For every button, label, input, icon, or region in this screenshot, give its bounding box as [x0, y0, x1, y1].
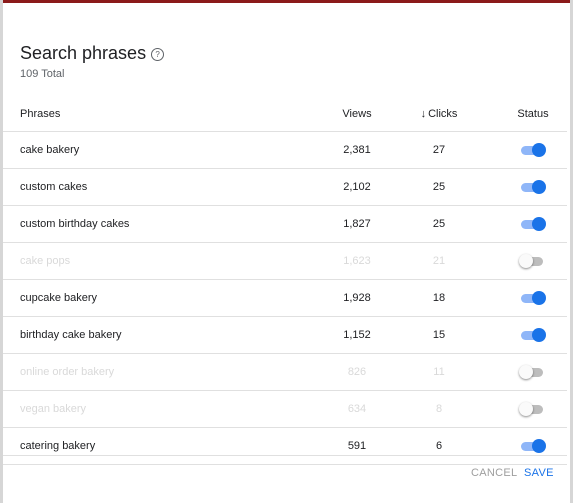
- phrase-cell: online order bakery: [20, 366, 115, 378]
- clicks-cell: 18: [432, 292, 446, 304]
- table-header-row: Phrases Views ↓ Clicks Status: [3, 96, 567, 132]
- phrase-cell: custom cakes: [20, 181, 88, 193]
- table-row: vegan bakery 634 8: [3, 391, 567, 428]
- toggle-knob: [532, 217, 546, 231]
- sort-descending-arrow-icon: ↓: [420, 107, 427, 120]
- status-cell: [503, 317, 563, 353]
- views-cell: 634: [347, 403, 367, 415]
- toggle-knob: [532, 291, 546, 305]
- status-cell: [503, 354, 563, 390]
- status-toggle[interactable]: [521, 180, 546, 194]
- views-cell: 2,102: [343, 181, 371, 193]
- toggle-knob: [519, 254, 533, 268]
- views-cell: 1,152: [343, 329, 371, 341]
- table-row: cake pops 1,623 21: [3, 243, 567, 280]
- table-row: custom cakes 2,102 25: [3, 169, 567, 206]
- footer-divider: [3, 455, 567, 456]
- views-cell: 2,381: [343, 144, 371, 156]
- table-row: birthday cake bakery 1,152 15: [3, 317, 567, 354]
- phrase-cell: cake pops: [20, 255, 71, 267]
- status-cell: [503, 280, 563, 316]
- status-toggle[interactable]: [521, 217, 546, 231]
- column-header-phrases[interactable]: Phrases: [20, 96, 60, 131]
- table-row: catering bakery 591 6: [3, 428, 567, 465]
- phrase-cell: catering bakery: [20, 440, 96, 452]
- views-cell: 826: [347, 366, 367, 378]
- status-cell: [503, 243, 563, 279]
- status-toggle[interactable]: [521, 328, 546, 342]
- help-circle-icon[interactable]: ?: [151, 47, 165, 61]
- table-row: custom birthday cakes 1,827 25: [3, 206, 567, 243]
- status-toggle[interactable]: [521, 143, 546, 157]
- views-cell: 591: [347, 440, 367, 452]
- status-cell: [503, 391, 563, 427]
- views-cell: 1,928: [343, 292, 371, 304]
- table-body: cake bakery 2,381 27 custom cakes 2,102 25 cus…: [3, 132, 567, 465]
- column-header-views[interactable]: Views: [323, 96, 391, 131]
- search-phrases-table: Phrases Views ↓ Clicks Status cake baker…: [3, 96, 567, 465]
- status-cell: [503, 132, 563, 168]
- phrase-cell: cake bakery: [20, 144, 80, 156]
- clicks-cell: 11: [433, 366, 445, 378]
- clicks-cell: 27: [432, 144, 446, 156]
- toggle-knob: [519, 402, 533, 416]
- phrase-cell: birthday cake bakery: [20, 329, 122, 341]
- toggle-knob: [519, 365, 533, 379]
- clicks-cell: 6: [435, 440, 443, 452]
- status-toggle[interactable]: [519, 254, 545, 268]
- status-cell: [503, 428, 563, 464]
- status-cell: [503, 169, 563, 205]
- window-top-border: [0, 0, 573, 3]
- clicks-cell: 25: [432, 218, 446, 230]
- clicks-cell: 15: [432, 329, 446, 341]
- title-row: Search phrases ?: [20, 42, 165, 64]
- phrase-cell: cupcake bakery: [20, 292, 98, 304]
- status-cell: [503, 206, 563, 242]
- column-header-clicks[interactable]: ↓ Clicks: [403, 96, 475, 131]
- views-cell: 1,827: [343, 218, 371, 230]
- phrase-cell: vegan bakery: [20, 403, 87, 415]
- save-button[interactable]: SAVE: [524, 467, 554, 479]
- clicks-cell: 8: [435, 403, 443, 415]
- toggle-knob: [532, 180, 546, 194]
- clicks-cell: 25: [432, 181, 446, 193]
- status-toggle[interactable]: [519, 402, 545, 416]
- status-toggle[interactable]: [521, 291, 546, 305]
- dialog-header: Search phrases ? 109 Total: [20, 42, 165, 80]
- phrase-cell: custom birthday cakes: [20, 218, 130, 230]
- status-toggle[interactable]: [521, 439, 546, 453]
- toggle-knob: [532, 439, 546, 453]
- dialog-title: Search phrases: [20, 43, 147, 63]
- views-cell: 1,623: [343, 255, 371, 267]
- total-count: 109 Total: [20, 68, 65, 80]
- cancel-button[interactable]: CANCEL: [471, 467, 517, 479]
- column-header-clicks-label: Clicks: [428, 107, 458, 120]
- toggle-knob: [532, 328, 546, 342]
- clicks-cell: 21: [432, 255, 446, 267]
- toggle-knob: [532, 143, 546, 157]
- table-row: online order bakery 826 11: [3, 354, 567, 391]
- table-row: cake bakery 2,381 27: [3, 132, 567, 169]
- status-toggle[interactable]: [519, 365, 545, 379]
- column-header-status: Status: [517, 107, 549, 120]
- table-row: cupcake bakery 1,928 18: [3, 280, 567, 317]
